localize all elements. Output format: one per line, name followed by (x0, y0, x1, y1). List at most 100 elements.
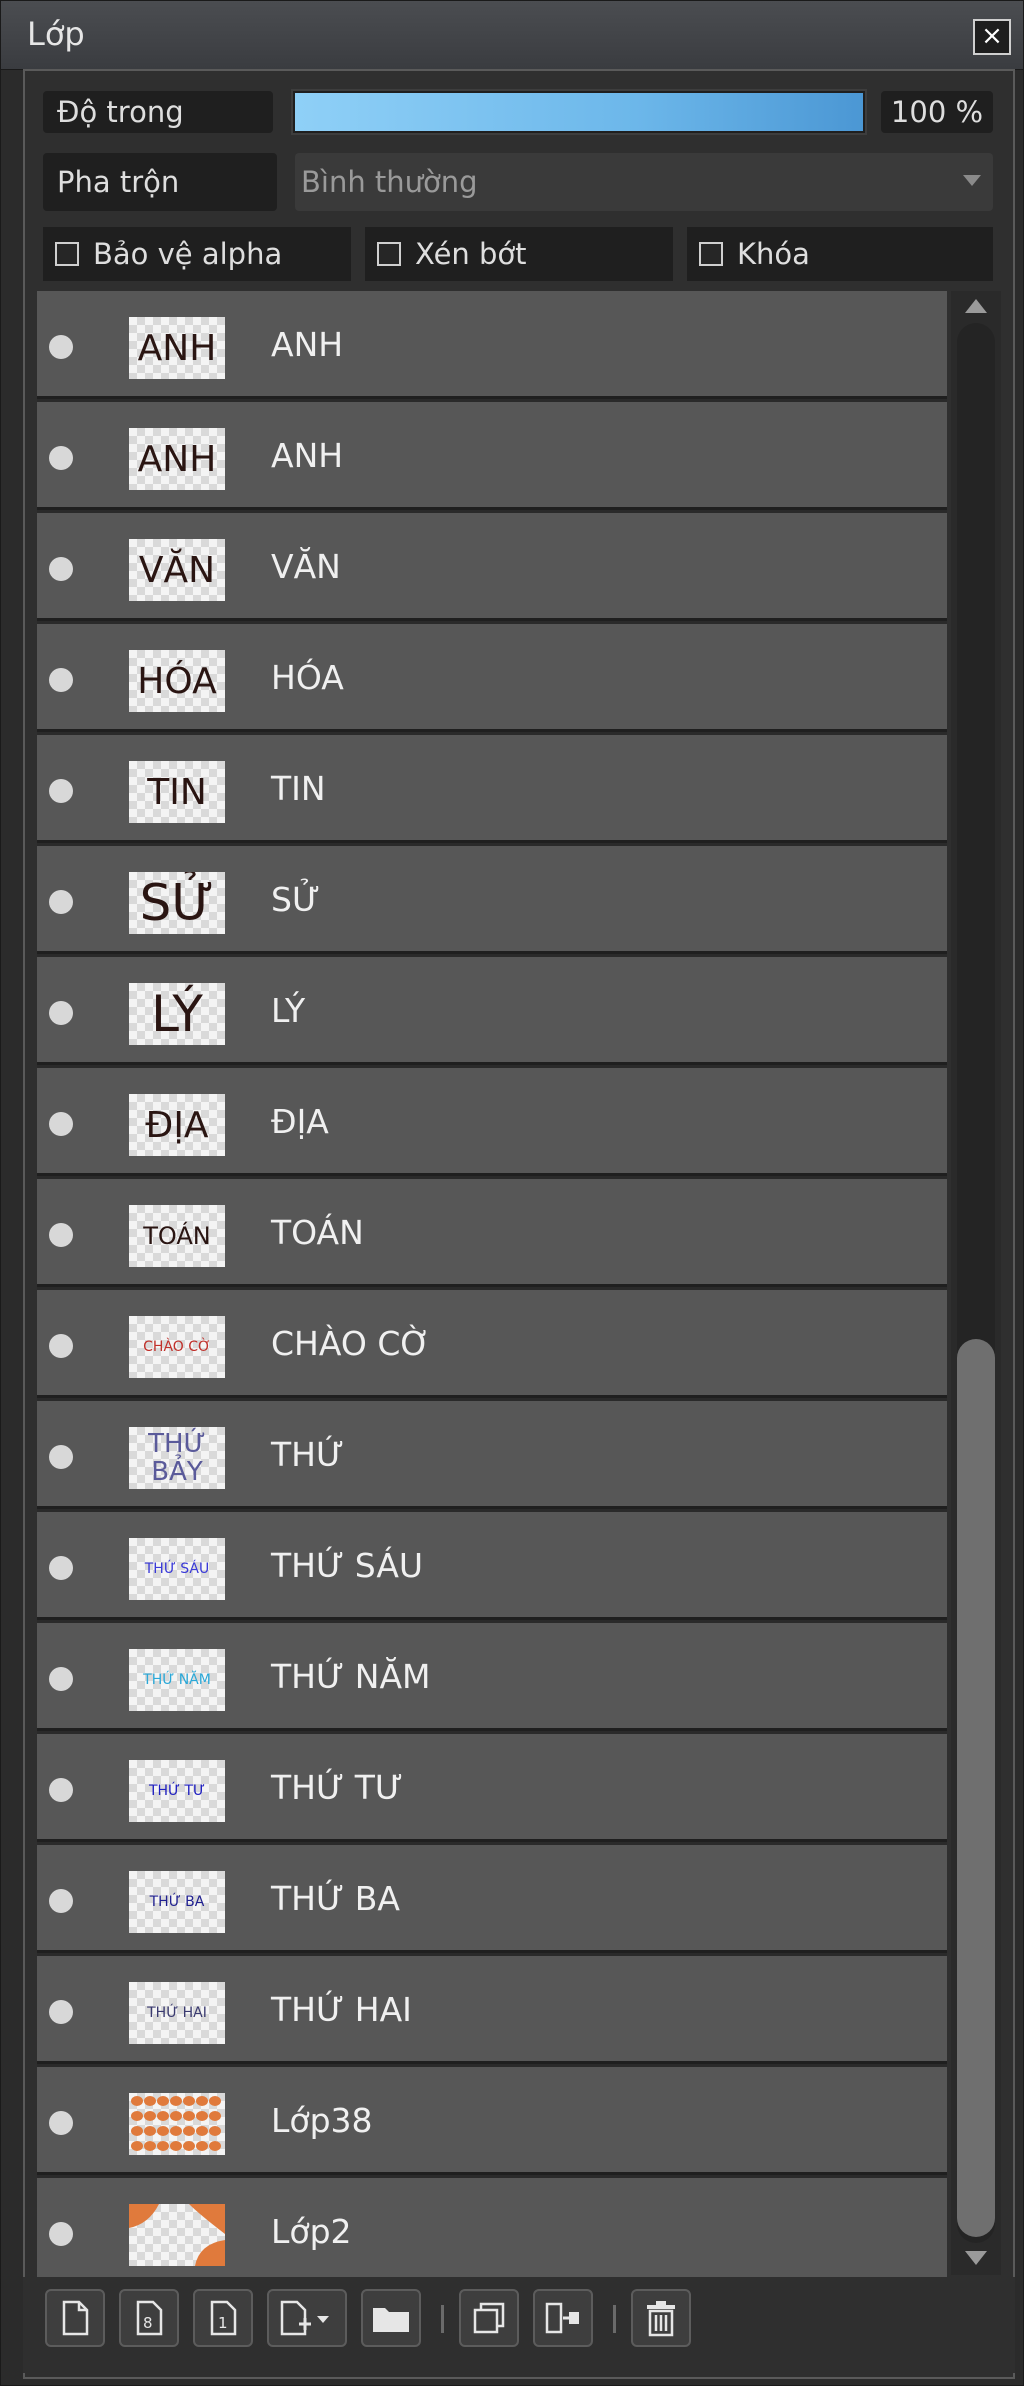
layer-row[interactable]: ANH ANH (37, 402, 947, 510)
toolbar-separator (613, 2305, 616, 2333)
merge-down-button[interactable] (533, 2289, 593, 2347)
layer-thumbnail: SỬ (129, 872, 225, 934)
close-button[interactable]: × (973, 19, 1011, 55)
layer-row[interactable]: TIN TIN (37, 735, 947, 843)
layer-thumbnail: CHÀO CỜ (129, 1316, 225, 1378)
layer-thumbnail: ĐỊA (129, 1094, 225, 1156)
visibility-dot-icon[interactable] (49, 557, 73, 581)
svg-text:8: 8 (143, 2314, 153, 2332)
visibility-dot-icon[interactable] (49, 1001, 73, 1025)
duplicate-layer-button[interactable] (459, 2289, 519, 2347)
layer-row[interactable]: THỨ BA THỨ BA (37, 1845, 947, 1953)
visibility-dot-icon[interactable] (49, 2222, 73, 2246)
new-layer-button[interactable] (45, 2289, 105, 2347)
visibility-dot-icon[interactable] (49, 1667, 73, 1691)
protect-alpha-checkbox[interactable]: Bảo vệ alpha (43, 227, 351, 281)
layer-row[interactable]: HÓA HÓA (37, 624, 947, 732)
layer-name: VĂN (271, 547, 341, 586)
new-1bit-layer-button[interactable]: 1 (193, 2289, 253, 2347)
visibility-dot-icon[interactable] (49, 1223, 73, 1247)
layer-thumbnail-text: ĐỊA (145, 1104, 209, 1146)
blend-mode-value: Bình thường (301, 165, 478, 199)
duplicate-layer-icon (473, 2302, 505, 2334)
layer-thumbnail-text: TOÁN (143, 1222, 211, 1250)
layer-thumbnail-text: THỨ HAI (147, 2005, 207, 2021)
scroll-thumb[interactable] (957, 1339, 995, 2237)
visibility-dot-icon[interactable] (49, 446, 73, 470)
layer-thumbnail-text: THỨ SÁU (144, 1561, 210, 1577)
new-8bit-layer-button[interactable]: 8 (119, 2289, 179, 2347)
layer-row[interactable]: Lớp2 (37, 2178, 947, 2286)
layer-row[interactable]: THỨ HAI THỨ HAI (37, 1956, 947, 2064)
new-folder-button[interactable] (361, 2289, 421, 2347)
layer-thumbnail: HÓA (129, 650, 225, 712)
delete-layer-button[interactable] (631, 2289, 691, 2347)
clip-checkbox[interactable]: Xén bớt (365, 227, 673, 281)
layer-thumbnail: ANH (129, 317, 225, 379)
clip-label: Xén bớt (415, 237, 527, 271)
layer-row[interactable]: CHÀO CỜ CHÀO CỜ (37, 1290, 947, 1398)
visibility-dot-icon[interactable] (49, 2111, 73, 2135)
visibility-dot-icon[interactable] (49, 890, 73, 914)
svg-text:1: 1 (218, 2314, 228, 2332)
layer-row[interactable]: TOÁN TOÁN (37, 1179, 947, 1287)
layer-list: ANH ANH ANH ANH VĂN VĂN HÓA HÓA TIN TIN SỬ SỬ LÝ LÝ ĐỊ… (37, 291, 947, 2286)
layer-name: HÓA (271, 658, 344, 697)
visibility-dot-icon[interactable] (49, 1445, 73, 1469)
visibility-dot-icon[interactable] (49, 1334, 73, 1358)
layer-thumbnail-text: ANH (137, 327, 217, 369)
layer-row[interactable]: THỨ TƯ THỨ TƯ (37, 1734, 947, 1842)
layer-name: ANH (271, 436, 344, 475)
opacity-slider-fill (295, 93, 863, 131)
layer-row[interactable]: THỨ SÁU THỨ SÁU (37, 1512, 947, 1620)
blend-mode-select[interactable]: Bình thường (295, 153, 993, 211)
layer-list-scrollbar[interactable] (951, 291, 1001, 2275)
layer-name: THỨ NĂM (271, 1657, 431, 1696)
title-bar[interactable]: Lớp × (1, 1, 1023, 70)
layer-thumbnail: ANH (129, 428, 225, 490)
opacity-slider[interactable] (291, 89, 867, 135)
scroll-down-arrow-icon[interactable] (965, 2251, 987, 2265)
layer-row[interactable]: THỨ NĂM THỨ NĂM (37, 1623, 947, 1731)
visibility-dot-icon[interactable] (49, 779, 73, 803)
layer-row[interactable]: ĐỊA ĐỊA (37, 1068, 947, 1176)
layer-name: THỨ (271, 1435, 345, 1474)
opacity-label: Độ trong (43, 91, 273, 133)
add-layer-dropdown-button[interactable] (267, 2289, 347, 2347)
visibility-dot-icon[interactable] (49, 335, 73, 359)
layer-name: THỨ BA (271, 1879, 400, 1918)
add-layer-dropdown-icon (280, 2300, 329, 2336)
layer-row[interactable]: SỬ SỬ (37, 846, 947, 954)
trash-icon (647, 2301, 675, 2337)
layer-name: THỨ TƯ (271, 1768, 404, 1807)
layer-name: Lớp38 (271, 2101, 373, 2140)
layer-thumbnail-text: THỨ BẢY (148, 1429, 206, 1487)
new-layer-icon (62, 2300, 89, 2336)
layer-row[interactable]: Lớp38 (37, 2067, 947, 2175)
layer-row[interactable]: ANH ANH (37, 291, 947, 399)
layer-thumbnail (129, 2204, 225, 2266)
scroll-up-arrow-icon[interactable] (965, 299, 987, 313)
checkbox-square-icon (377, 242, 401, 266)
visibility-dot-icon[interactable] (49, 668, 73, 692)
visibility-dot-icon[interactable] (49, 1112, 73, 1136)
layer-row[interactable]: VĂN VĂN (37, 513, 947, 621)
visibility-dot-icon[interactable] (49, 1556, 73, 1580)
layer-row[interactable]: THỨ BẢY THỨ (37, 1401, 947, 1509)
lock-checkbox[interactable]: Khóa (687, 227, 993, 281)
checkbox-square-icon (699, 242, 723, 266)
layer-thumbnail-text: HÓA (137, 660, 217, 702)
visibility-dot-icon[interactable] (49, 2000, 73, 2024)
layer-thumbnail-text: THỨ TƯ (148, 1783, 206, 1799)
protect-alpha-label: Bảo vệ alpha (93, 237, 283, 271)
merge-down-icon (545, 2302, 579, 2334)
visibility-dot-icon[interactable] (49, 1889, 73, 1913)
layer-thumbnail-text: ANH (137, 438, 217, 480)
layer-row[interactable]: LÝ LÝ (37, 957, 947, 1065)
layer-thumbnail: VĂN (129, 539, 225, 601)
visibility-dot-icon[interactable] (49, 1778, 73, 1802)
layer-thumbnail: TOÁN (129, 1205, 225, 1267)
opacity-value[interactable]: 100 % (881, 91, 993, 133)
toolbar-separator (441, 2305, 444, 2333)
layer-thumbnail-text: TIN (147, 771, 207, 813)
